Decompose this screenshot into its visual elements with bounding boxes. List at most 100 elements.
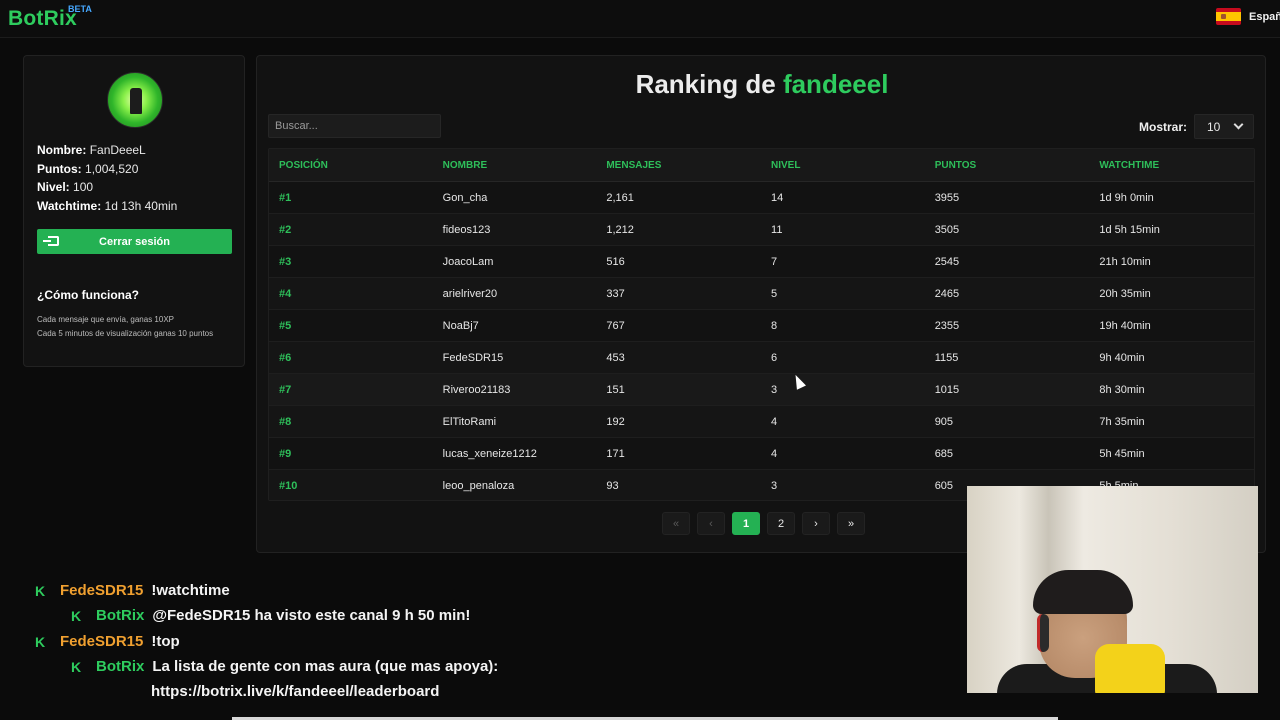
kick-badge-icon: K bbox=[35, 633, 46, 650]
prev-page-button[interactable]: ‹ bbox=[697, 512, 725, 535]
cell-position: #7 bbox=[279, 383, 292, 396]
cell-name: Riveroo21183 bbox=[442, 383, 511, 396]
cell-level: 5 bbox=[771, 287, 778, 300]
cell-position: #8 bbox=[279, 415, 292, 428]
cell-points: 2355 bbox=[934, 319, 960, 332]
level-label: Nivel: bbox=[37, 180, 70, 194]
table-row[interactable]: #7 Riveroo21183 151 3 1015 8h 30min bbox=[269, 374, 1254, 406]
header-points[interactable]: PUNTOS bbox=[925, 160, 1090, 171]
cell-watchtime: 21h 10min bbox=[1099, 255, 1151, 268]
next-page-button[interactable]: › bbox=[802, 512, 830, 535]
chat-message: K BotRix @FedeSDR15 ha visto este canal … bbox=[71, 607, 470, 624]
top-bar: BotRix BETA Españo bbox=[0, 0, 1280, 38]
title-prefix: Ranking de bbox=[635, 69, 776, 99]
headphones-icon bbox=[1037, 614, 1049, 652]
cell-messages: 93 bbox=[606, 479, 619, 492]
cell-level: 8 bbox=[771, 319, 778, 332]
kick-badge-icon: K bbox=[35, 582, 46, 599]
how-it-works-text: Cada mensaje que envía, ganas 10XP Cada … bbox=[37, 313, 213, 341]
page-size-select[interactable]: 10 bbox=[1194, 114, 1254, 139]
how-line-2: Cada 5 minutos de visualización ganas 10… bbox=[37, 329, 214, 338]
header-watchtime[interactable]: WATCHTIME bbox=[1089, 160, 1254, 171]
points-value: 1,004,520 bbox=[85, 161, 139, 176]
table-row[interactable]: #2 fideos123 1,212 11 3505 1d 5h 15min bbox=[269, 214, 1254, 246]
profile-card: Nombre: FanDeeeL Puntos: 1,004,520 Nivel… bbox=[23, 55, 245, 367]
spain-flag-icon bbox=[1216, 8, 1241, 25]
cell-watchtime: 9h 40min bbox=[1099, 351, 1145, 364]
cell-name: leoo_penaloza bbox=[442, 479, 515, 492]
cell-name: lucas_xeneize1212 bbox=[442, 447, 537, 460]
cell-name: arielriver20 bbox=[442, 287, 498, 300]
chat-message: K FedeSDR15 !watchtime bbox=[35, 582, 230, 599]
how-it-works-title: ¿Cómo funciona? bbox=[37, 288, 139, 302]
points-label: Puntos: bbox=[37, 161, 82, 176]
cell-position: #5 bbox=[279, 319, 292, 332]
cell-level: 4 bbox=[771, 415, 778, 428]
cell-position: #4 bbox=[279, 287, 292, 300]
chat-text: La lista de gente con mas aura (que mas … bbox=[152, 658, 499, 675]
cell-points: 685 bbox=[934, 447, 954, 460]
cell-messages: 1,212 bbox=[606, 223, 634, 236]
cell-level: 7 bbox=[771, 255, 778, 268]
table-row[interactable]: #3 JoacoLam 516 7 2545 21h 10min bbox=[269, 246, 1254, 278]
cell-points: 1155 bbox=[934, 351, 959, 364]
beta-badge: BETA bbox=[68, 4, 92, 14]
cell-position: #1 bbox=[279, 191, 292, 204]
cell-points: 3955 bbox=[934, 191, 960, 204]
header-name[interactable]: NOMBRE bbox=[433, 160, 597, 171]
cell-name: FedeSDR15 bbox=[442, 351, 504, 364]
cell-points: 1015 bbox=[934, 383, 960, 396]
botrix-logo[interactable]: BotRix bbox=[8, 7, 77, 31]
cell-watchtime: 19h 40min bbox=[1099, 319, 1151, 332]
chevron-down-icon bbox=[1233, 119, 1244, 130]
search-input[interactable] bbox=[268, 114, 441, 138]
page-size-value: 10 bbox=[1207, 120, 1221, 134]
cell-points: 2545 bbox=[934, 255, 960, 268]
cell-watchtime: 7h 35min bbox=[1099, 415, 1145, 428]
cell-name: NoaBj7 bbox=[442, 319, 479, 332]
cell-watchtime: 1d 5h 15min bbox=[1099, 223, 1160, 236]
cell-messages: 171 bbox=[606, 447, 625, 460]
cell-messages: 516 bbox=[606, 255, 625, 268]
cell-position: #6 bbox=[279, 351, 292, 364]
page-2-button[interactable]: 2 bbox=[767, 512, 795, 535]
logout-icon bbox=[43, 236, 59, 246]
header-position[interactable]: POSICIÓN bbox=[269, 160, 433, 171]
cell-points: 2465 bbox=[934, 287, 960, 300]
cell-watchtime: 20h 35min bbox=[1099, 287, 1151, 300]
cell-name: JoacoLam bbox=[442, 255, 494, 268]
cell-messages: 151 bbox=[606, 383, 625, 396]
cell-level: 6 bbox=[771, 351, 778, 364]
kick-badge-icon: K bbox=[71, 658, 82, 675]
header-level[interactable]: NIVEL bbox=[761, 160, 925, 171]
table-row[interactable]: #9 lucas_xeneize1212 171 4 685 5h 45min bbox=[269, 438, 1254, 470]
name-value: FanDeeeL bbox=[89, 143, 146, 157]
cell-level: 3 bbox=[771, 479, 778, 492]
first-page-button[interactable]: « bbox=[662, 512, 690, 535]
table-row[interactable]: #6 FedeSDR15 453 6 1155 9h 40min bbox=[269, 342, 1254, 374]
last-page-button[interactable]: » bbox=[837, 512, 865, 535]
cell-messages: 337 bbox=[606, 287, 625, 300]
table-row[interactable]: #1 Gon_cha 2,161 14 3955 1d 9h 0min bbox=[269, 182, 1254, 214]
cell-position: #3 bbox=[279, 255, 292, 268]
header-messages[interactable]: MENSAJES bbox=[596, 160, 761, 171]
table-row[interactable]: #5 NoaBj7 767 8 2355 19h 40min bbox=[269, 310, 1254, 342]
cell-watchtime: 8h 30min bbox=[1099, 383, 1145, 396]
profile-info: Nombre: FanDeeeL Puntos: 1,004,520 Nivel… bbox=[37, 141, 177, 215]
show-label: Mostrar: bbox=[1139, 120, 1188, 134]
chat-text: !top bbox=[151, 633, 180, 650]
logout-button[interactable]: Cerrar sesión bbox=[37, 229, 232, 254]
chat-message: K BotRix La lista de gente con mas aura … bbox=[71, 658, 498, 675]
table-row[interactable]: #8 ElTitoRami 192 4 905 7h 35min bbox=[269, 406, 1254, 438]
chat-username: FedeSDR15 bbox=[60, 633, 144, 650]
chat-text: !watchtime bbox=[151, 582, 230, 599]
table-row[interactable]: #4 arielriver20 337 5 2465 20h 35min bbox=[269, 278, 1254, 310]
cell-points: 3505 bbox=[934, 223, 960, 236]
cell-messages: 767 bbox=[606, 319, 625, 332]
chat-text: @FedeSDR15 ha visto este canal 9 h 50 mi… bbox=[152, 607, 471, 624]
page-1-button[interactable]: 1 bbox=[732, 512, 760, 535]
title-channel: fandeeel bbox=[782, 69, 889, 99]
language-selector[interactable]: Españo bbox=[1216, 8, 1280, 25]
cell-level: 14 bbox=[771, 191, 784, 204]
chat-link[interactable]: https://botrix.live/k/fandeeel/leaderboa… bbox=[151, 683, 439, 700]
